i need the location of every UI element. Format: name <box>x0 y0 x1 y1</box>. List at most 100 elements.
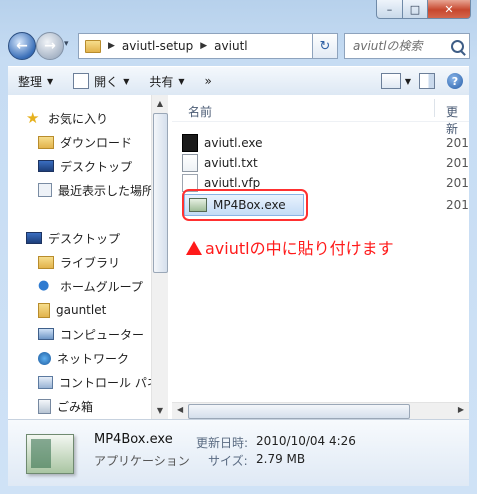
explorer-window: – □ ✕ ← → ▾ ▶ aviutl-setup ▶ aviutl ▼ ↻ … <box>0 0 477 494</box>
command-bar: 整理 ▼ 開く ▼ 共有 ▼ » ▼ ? <box>8 66 469 96</box>
sidebar-item-computer[interactable]: コンピューター <box>38 323 144 345</box>
text-file-icon <box>182 154 198 172</box>
recent-pages-dropdown[interactable]: ▾ <box>64 39 69 49</box>
forward-button[interactable]: → <box>36 32 64 60</box>
column-header-modified[interactable]: 更新 <box>446 103 469 137</box>
sidebar-item-homegroup[interactable]: ● ホームグループ <box>38 275 143 297</box>
organize-label: 整理 <box>18 74 43 89</box>
more-commands-button[interactable]: » <box>195 67 222 95</box>
sidebar-item-recycle-bin[interactable]: ごみ箱 <box>38 395 93 417</box>
file-row[interactable]: aviutl.exe 201 <box>182 133 477 153</box>
scroll-left-icon[interactable]: ◀ <box>177 405 183 414</box>
library-icon <box>38 255 54 269</box>
details-size-value: 2.79 MB <box>256 452 306 466</box>
program-icon <box>73 73 90 89</box>
computer-icon <box>38 328 54 340</box>
details-modified-value: 2010/10/04 4:26 <box>256 434 356 448</box>
column-divider[interactable] <box>434 99 435 117</box>
file-name: aviutl.exe <box>204 136 263 150</box>
column-header-row: 名前 更新 <box>172 95 469 136</box>
sidebar-item-favorites[interactable]: ★ お気に入り <box>26 107 108 129</box>
sidebar-item-label: コントロール パネル <box>59 375 151 390</box>
open-label: 開く <box>94 74 119 89</box>
change-view-icon[interactable] <box>380 73 401 89</box>
help-icon[interactable]: ? <box>447 73 463 89</box>
organize-button[interactable]: 整理 ▼ <box>8 67 63 95</box>
close-button[interactable]: ✕ <box>428 0 471 19</box>
file-date: 201 <box>446 156 469 170</box>
column-header-name[interactable]: 名前 <box>188 103 212 120</box>
navigation-pane: ★ お気に入り ダウンロード デスクトップ 最近表示した場所 デスクトップ ライ… <box>8 95 151 419</box>
minimize-button[interactable]: – <box>376 0 403 19</box>
maximize-button[interactable]: □ <box>403 0 428 19</box>
sidebar-item-downloads[interactable]: ダウンロード <box>38 131 132 153</box>
network-icon <box>38 351 51 365</box>
file-name: aviutl.txt <box>204 156 258 170</box>
file-date: 201 <box>446 198 469 212</box>
window-controls: – □ ✕ <box>376 0 471 19</box>
search-box[interactable] <box>344 33 470 59</box>
recent-places-icon <box>38 183 52 197</box>
scroll-right-icon[interactable]: ▶ <box>458 405 464 414</box>
sidebar-item-label: 最近表示した場所 <box>58 183 151 198</box>
file-row[interactable]: aviutl.txt 201 <box>182 153 477 173</box>
file-name: aviutl.vfp <box>204 176 261 190</box>
file-thumbnail <box>26 434 74 474</box>
exe-file-icon <box>182 134 198 152</box>
details-modified-label: 更新日時: <box>196 436 249 450</box>
sidebar-item-network[interactable]: ネットワーク <box>38 347 129 369</box>
refresh-button[interactable]: ↻ <box>312 33 338 59</box>
sidebar-item-libraries[interactable]: ライブラリ <box>38 251 120 273</box>
triangle-icon <box>186 241 202 255</box>
control-panel-icon <box>38 375 53 389</box>
open-button[interactable]: 開く ▼ <box>63 67 139 95</box>
user-folder-icon <box>38 302 50 318</box>
sidebar-item-label: デスクトップ <box>48 231 121 246</box>
share-label: 共有 <box>149 74 174 89</box>
download-folder-icon <box>38 135 54 149</box>
sidebar-item-label: ライブラリ <box>60 255 121 270</box>
scrollbar-thumb[interactable] <box>188 404 410 419</box>
sidebar-item-label: ダウンロード <box>60 135 133 150</box>
preview-pane-icon[interactable] <box>419 73 435 89</box>
share-button[interactable]: 共有 ▼ <box>139 67 194 95</box>
breadcrumb-separator-icon[interactable]: ▶ <box>197 41 210 51</box>
breadcrumb-aviutl[interactable]: aviutl <box>210 39 251 53</box>
sidebar-item-label: お気に入り <box>48 111 109 126</box>
sidebar-item-control-panel[interactable]: コントロール パネル <box>38 371 151 393</box>
sidebar-item-label: デスクトップ <box>60 159 133 174</box>
more-label: » <box>204 74 212 88</box>
paste-instruction-annotation: aviutlの中に貼り付けます <box>186 235 394 259</box>
sidebar-item-desktop[interactable]: デスクトップ <box>26 227 120 249</box>
content-area: ★ お気に入り ダウンロード デスクトップ 最近表示した場所 デスクトップ ライ… <box>8 95 469 420</box>
sidebar-item-label: gauntlet <box>56 303 107 317</box>
sidebar-item-label: コンピューター <box>60 327 145 342</box>
back-button[interactable]: ← <box>8 32 36 60</box>
navigation-bar: ← → ▾ ▶ aviutl-setup ▶ aviutl ▼ ↻ <box>6 30 470 64</box>
file-list: 名前 更新 aviutl.exe 201 aviutl.txt 201 aviu… <box>172 95 469 419</box>
search-input[interactable] <box>351 38 451 54</box>
recycle-bin-icon <box>38 398 51 414</box>
sidebar-item-label: ホームグループ <box>60 279 143 294</box>
address-bar[interactable]: ▶ aviutl-setup ▶ aviutl ▼ <box>78 33 338 59</box>
sidebar-item-desktop-fav[interactable]: デスクトップ <box>38 155 132 177</box>
file-date: 201 <box>446 176 469 190</box>
scroll-down-icon[interactable]: ▼ <box>152 406 168 415</box>
chevron-down-icon: ▼ <box>123 76 130 86</box>
sidebar-item-recent-places[interactable]: 最近表示した場所 <box>38 179 151 201</box>
chevron-down-icon[interactable]: ▼ <box>405 77 411 86</box>
breadcrumb-separator-icon[interactable]: ▶ <box>105 41 118 51</box>
navigation-pane-scrollbar[interactable]: ▲ ▼ <box>151 95 168 419</box>
horizontal-scrollbar[interactable]: ◀ ▶ <box>172 402 469 419</box>
details-size-label: サイズ: <box>208 454 248 468</box>
chevron-down-icon: ▼ <box>178 76 185 86</box>
breadcrumb-aviutl-setup[interactable]: aviutl-setup <box>118 39 197 53</box>
details-pane: MP4Box.exe アプリケーション 更新日時: 2010/10/04 4:2… <box>8 420 469 486</box>
homegroup-icon: ● <box>38 278 50 293</box>
search-icon[interactable] <box>451 39 464 53</box>
desktop-icon <box>26 232 42 244</box>
sidebar-item-label: ごみ箱 <box>57 399 94 414</box>
sidebar-item-gauntlet[interactable]: gauntlet <box>38 299 106 321</box>
scrollbar-thumb[interactable] <box>153 113 168 273</box>
scroll-up-icon[interactable]: ▲ <box>152 99 168 108</box>
